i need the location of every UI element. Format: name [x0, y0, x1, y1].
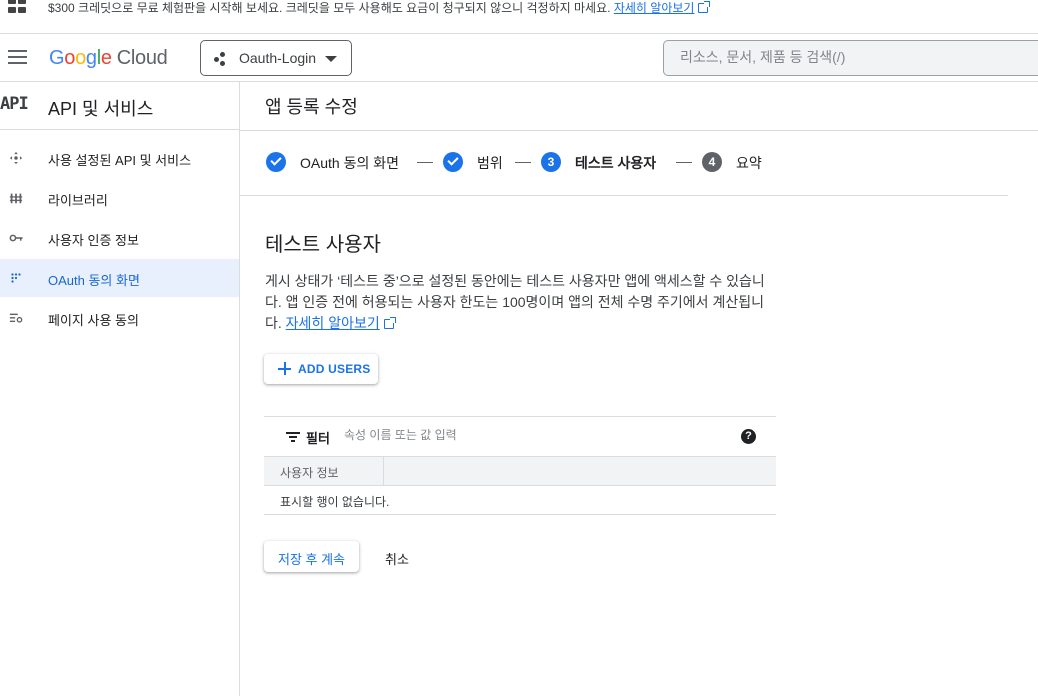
- search-input[interactable]: [680, 49, 1020, 65]
- step-divider: [417, 162, 433, 163]
- step-divider: [515, 162, 531, 163]
- menu-icon[interactable]: [8, 48, 28, 64]
- promo-banner: $300 크레딧으로 무료 체험판을 시작해 보세요. 크레딧을 모두 사용해도…: [0, 0, 1038, 34]
- step-label: 테스트 사용자: [575, 155, 657, 171]
- top-header: Google Cloud Oauth-Login: [0, 34, 1038, 82]
- search-box[interactable]: [663, 40, 1038, 76]
- apps-grid-icon[interactable]: [8, 0, 26, 14]
- dropdown-arrow-icon: [325, 56, 337, 62]
- empty-state-text: 표시할 행이 없습니다.: [280, 495, 390, 509]
- cancel-button[interactable]: 취소: [372, 541, 422, 572]
- banner-learn-more-link[interactable]: 자세히 알아보기: [614, 1, 695, 15]
- sidebar-item-label: 사용 설정된 API 및 서비스: [48, 153, 192, 168]
- sidebar-item-oauth-consent[interactable]: OAuth 동의 화면: [0, 259, 239, 297]
- add-users-label: ADD USERS: [298, 362, 371, 376]
- google-cloud-logo[interactable]: Google Cloud: [49, 45, 168, 71]
- page-title: 앱 등록 수정: [265, 97, 358, 117]
- main-content: 앱 등록 수정 OAuth 동의 화면 범위 3 테스트 사용자 4 요약 테스…: [240, 82, 1038, 696]
- check-circle-icon: [443, 152, 463, 172]
- project-hierarchy-icon: [214, 52, 228, 66]
- filter-label: 필터: [306, 431, 330, 446]
- cancel-label: 취소: [385, 552, 409, 567]
- column-header-label: 사용자 정보: [280, 466, 339, 480]
- project-name: Oauth-Login: [239, 50, 317, 66]
- save-and-continue-label: 저장 후 계속: [277, 552, 346, 567]
- step-number-badge: 4: [702, 152, 722, 172]
- learn-more-link[interactable]: 자세히 알아보기: [286, 315, 380, 331]
- consent-screen-icon: [11, 273, 21, 283]
- project-selector[interactable]: Oauth-Login: [200, 40, 352, 76]
- filter-input[interactable]: [344, 428, 724, 442]
- step-number-badge: 3: [541, 152, 561, 172]
- table-header-row: 사용자 정보: [264, 457, 776, 486]
- external-link-icon: [383, 317, 396, 329]
- filter-icon[interactable]: [286, 432, 300, 442]
- key-icon: [9, 234, 23, 242]
- banner-text: $300 크레딧으로 무료 체험판을 시작해 보세요. 크레딧을 모두 사용해도…: [48, 1, 611, 15]
- sidebar-item-page-usage-agreement[interactable]: 페이지 사용 동의: [0, 299, 239, 337]
- sidebar-item-enabled-apis[interactable]: 사용 설정된 API 및 서비스: [0, 139, 239, 177]
- step-label: 요약: [736, 155, 762, 171]
- save-and-continue-button[interactable]: 저장 후 계속: [264, 541, 359, 572]
- api-logo-icon: API: [0, 94, 29, 114]
- add-users-button[interactable]: ADD USERS: [264, 354, 378, 384]
- column-header-user-info[interactable]: 사용자 정보: [264, 457, 384, 486]
- sidebar-item-credentials[interactable]: 사용자 인증 정보: [0, 219, 239, 257]
- section-description: 게시 상태가 ‘테스트 중’으로 설정된 동안에는 테스트 사용자만 앱에 액세…: [265, 271, 775, 334]
- empty-state-row: 표시할 행이 없습니다.: [264, 486, 776, 515]
- step-label: OAuth 동의 화면: [300, 155, 399, 171]
- library-icon: [9, 193, 23, 204]
- sidebar: API API 및 서비스 사용 설정된 API 및 서비스 라이브러리 사용자…: [0, 82, 240, 696]
- step-divider: [676, 162, 692, 163]
- filter-bar: 필터 ?: [264, 417, 776, 457]
- page-title-bar: 앱 등록 수정: [240, 82, 1038, 131]
- sidebar-item-label: OAuth 동의 화면: [48, 273, 140, 288]
- sidebar-header: API API 및 서비스: [0, 82, 239, 130]
- test-users-table: 필터 ? 사용자 정보 표시할 행이 없습니다.: [264, 416, 776, 515]
- check-circle-icon: [266, 152, 286, 172]
- sidebar-title: API 및 서비스: [48, 99, 154, 119]
- page-usage-icon: [9, 313, 23, 323]
- sidebar-item-label: 사용자 인증 정보: [48, 233, 139, 248]
- stepper: OAuth 동의 화면 범위 3 테스트 사용자 4 요약: [240, 131, 1008, 196]
- step-label: 범위: [477, 155, 503, 171]
- help-icon[interactable]: ?: [741, 429, 756, 444]
- external-link-icon: [698, 1, 711, 13]
- sidebar-item-label: 페이지 사용 동의: [48, 313, 139, 328]
- plus-icon: [278, 362, 291, 375]
- api-services-icon: [9, 151, 23, 165]
- sidebar-item-label: 라이브러리: [48, 193, 108, 208]
- banner-text-wrap: $300 크레딧으로 무료 체험판을 시작해 보세요. 크레딧을 모두 사용해도…: [48, 0, 711, 16]
- section-title: 테스트 사용자: [265, 234, 381, 256]
- sidebar-item-library[interactable]: 라이브러리: [0, 179, 239, 217]
